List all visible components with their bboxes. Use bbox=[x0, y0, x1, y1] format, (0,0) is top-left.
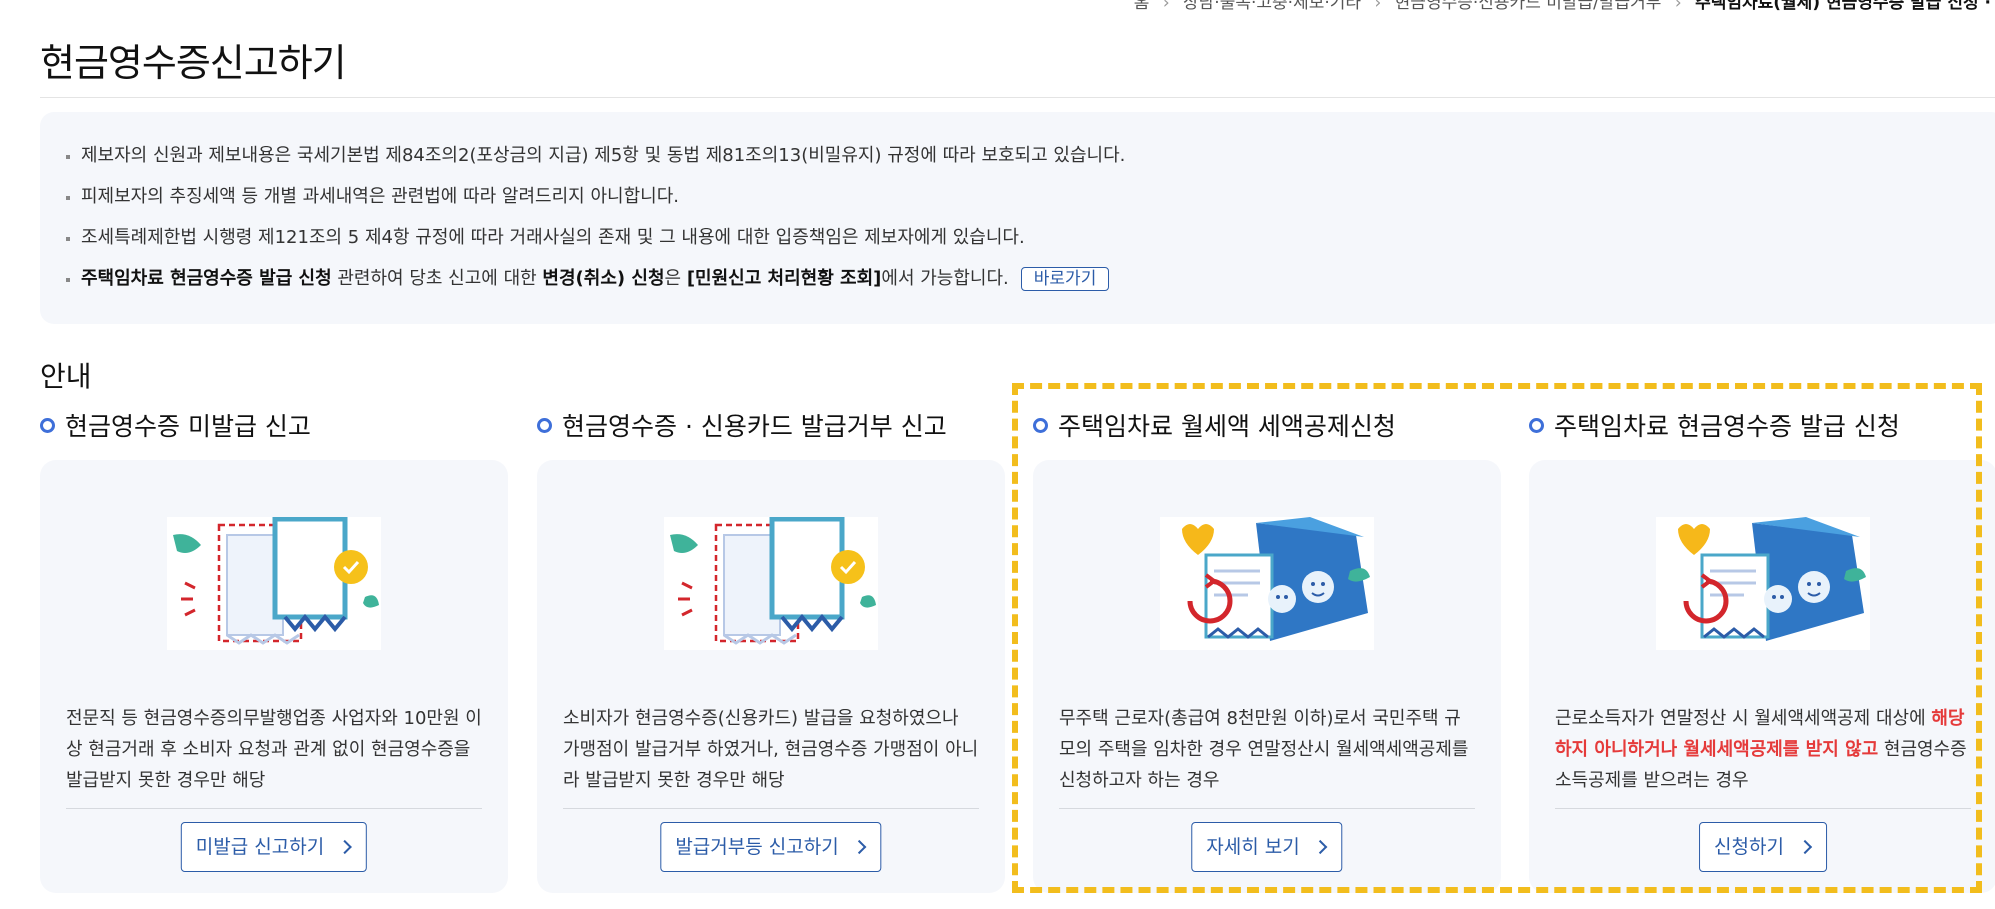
house-document-icon bbox=[1160, 517, 1374, 650]
button-label: 발급거부등 신고하기 bbox=[675, 836, 839, 858]
card-refusal-report: 소비자가 현금영수증(신용카드) 발급을 요청하였으나 가맹점이 발급거부 하였… bbox=[537, 460, 1005, 893]
notice-item: 주택임차료 현금영수증 발급 신청 관련하여 당초 신고에 대한 변경(취소) … bbox=[66, 263, 1995, 304]
heading-text: 주택임차료 월세액 세액공제신청 bbox=[1058, 412, 1396, 441]
page-title: 현금영수증신고하기 bbox=[40, 41, 347, 85]
heading-rent-tax-credit: 주택임차료 월세액 세액공제신청 bbox=[1033, 407, 1396, 443]
button-label: 신청하기 bbox=[1714, 836, 1784, 858]
card-description: 무주택 근로자(총급여 8천만원 이하)로서 국민주택 규모의 주택을 임차한 … bbox=[1059, 708, 1469, 791]
chevron-right-icon bbox=[852, 839, 867, 855]
heading-unissued-report: 현금영수증 미발급 신고 bbox=[40, 407, 311, 443]
button-label: 자세히 보기 bbox=[1206, 836, 1300, 858]
desc-text: 근로소득자가 연말정산 시 월세액세액공제 대상에 bbox=[1555, 708, 1932, 729]
chevron-right-icon: › bbox=[1374, 0, 1382, 12]
receipt-icon bbox=[664, 516, 878, 650]
details-button[interactable]: 자세히 보기 bbox=[1191, 822, 1343, 872]
refusal-report-button[interactable]: 발급거부등 신고하기 bbox=[660, 822, 882, 872]
card-divider bbox=[1555, 808, 1971, 809]
circle-bullet-icon bbox=[40, 417, 55, 433]
notice-item: 피제보자의 추징세액 등 개별 과세내역은 관련법에 따라 알려드리지 아니합니… bbox=[66, 181, 1995, 222]
house-document-icon bbox=[1656, 517, 1870, 650]
notice-text: 피제보자의 추징세액 등 개별 과세내역은 관련법에 따라 알려드리지 아니합니… bbox=[81, 186, 679, 207]
heading-text: 주택임차료 현금영수증 발급 신청 bbox=[1554, 412, 1900, 441]
chevron-right-icon bbox=[1313, 839, 1328, 855]
circle-bullet-icon bbox=[1033, 417, 1048, 433]
notice-text: 제보자의 신원과 제보내용은 국세기본법 제84조의2(포상금의 지급) 제5항… bbox=[81, 145, 1126, 166]
apply-button[interactable]: 신청하기 bbox=[1699, 822, 1827, 872]
chevron-right-icon bbox=[1797, 839, 1813, 855]
notice-item: 제보자의 신원과 제보내용은 국세기본법 제84조의2(포상금의 지급) 제5항… bbox=[66, 140, 1995, 181]
heading-rent-cash-receipt: 주택임차료 현금영수증 발급 신청 bbox=[1529, 407, 1900, 443]
card-divider bbox=[66, 808, 482, 809]
circle-bullet-icon bbox=[537, 417, 552, 433]
breadcrumb-consult[interactable]: 상담·불복·고충·제보·기타 bbox=[1183, 0, 1361, 12]
title-divider bbox=[40, 97, 1995, 98]
card-divider bbox=[1059, 808, 1475, 809]
notice-text: 조세특례제한법 시행령 제121조의 5 제4항 규정에 따라 거래사실의 존재… bbox=[81, 227, 1025, 248]
notice-text: 에서 가능합니다. bbox=[881, 268, 1009, 289]
card-divider bbox=[563, 808, 979, 809]
shortcut-button[interactable]: 바로가기 bbox=[1020, 267, 1110, 291]
heading-text: 현금영수증 미발급 신고 bbox=[65, 412, 311, 441]
notice-item: 조세특례제한법 시행령 제121조의 5 제4항 규정에 따라 거래사실의 존재… bbox=[66, 222, 1995, 263]
breadcrumb-home[interactable]: 홈 bbox=[1134, 0, 1150, 12]
heading-text: 현금영수증 · 신용카드 발급거부 신고 bbox=[562, 412, 947, 441]
notice-box: 제보자의 신원과 제보내용은 국세기본법 제84조의2(포상금의 지급) 제5항… bbox=[40, 112, 1995, 324]
heading-refusal-report: 현금영수증 · 신용카드 발급거부 신고 bbox=[537, 407, 947, 443]
circle-bullet-icon bbox=[1529, 417, 1544, 433]
notice-text: 관련하여 당초 신고에 대한 bbox=[331, 268, 543, 289]
card-description: 근로소득자가 연말정산 시 월세액세액공제 대상에 해당하지 아니하거나 월세세… bbox=[1555, 703, 1971, 796]
notice-bold: 변경(취소) 신청 bbox=[542, 268, 665, 289]
card-unissued-report: 전문직 등 현금영수증의무발행업종 사업자와 10만원 이상 현금거래 후 소비… bbox=[40, 460, 508, 893]
card-description: 전문직 등 현금영수증의무발행업종 사업자와 10만원 이상 현금거래 후 소비… bbox=[66, 708, 482, 791]
chevron-right-icon: › bbox=[1674, 0, 1682, 12]
chevron-right-icon bbox=[338, 839, 353, 855]
notice-text: 은 bbox=[664, 268, 687, 289]
breadcrumb: 홈 › 상담·불복·고충·제보·기타 › 현금영수증·신용카드 미발급/발급거부… bbox=[995, 0, 1995, 12]
notice-bold: 주택임차료 현금영수증 발급 신청 bbox=[81, 268, 332, 289]
card-rent-tax-credit: 무주택 근로자(총급여 8천만원 이하)로서 국민주택 규모의 주택을 임차한 … bbox=[1033, 460, 1501, 893]
breadcrumb-current: 주택임차료(월세) 현금영수증 발급 신청 · bbox=[1695, 0, 1991, 12]
receipt-icon bbox=[167, 516, 381, 650]
breadcrumb-cash-receipt[interactable]: 현금영수증·신용카드 미발급/발급거부 bbox=[1395, 0, 1662, 12]
notice-bold: [민원신고 처리현황 조회] bbox=[686, 268, 882, 289]
button-label: 미발급 신고하기 bbox=[195, 836, 325, 858]
chevron-right-icon: › bbox=[1162, 0, 1170, 12]
card-rent-cash-receipt: 근로소득자가 연말정산 시 월세액세액공제 대상에 해당하지 아니하거나 월세세… bbox=[1529, 460, 1995, 893]
unissued-report-button[interactable]: 미발급 신고하기 bbox=[180, 822, 368, 872]
card-description: 소비자가 현금영수증(신용카드) 발급을 요청하였으나 가맹점이 발급거부 하였… bbox=[563, 708, 979, 791]
section-title: 안내 bbox=[40, 360, 92, 393]
notice-list: 제보자의 신원과 제보내용은 국세기본법 제84조의2(포상금의 지급) 제5항… bbox=[40, 112, 1995, 304]
